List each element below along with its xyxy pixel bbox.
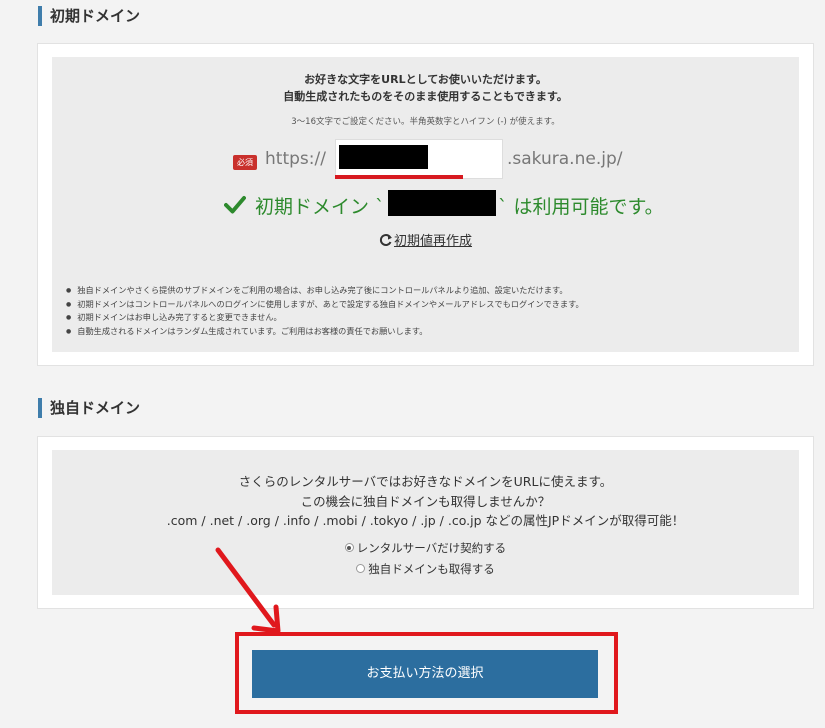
note-item: 自動生成されるドメインはランダム生成されています。ご利用はお客様の責任でお願いし… xyxy=(66,325,584,339)
intro-line-2: 自動生成されたものをそのまま使用することもできます。 xyxy=(283,90,568,103)
custom-domain-line-3: .com / .net / .org / .info / .mobi / .to… xyxy=(166,513,685,528)
note-item: 初期ドメインはコントロールパネルへのログインに使用しますが、あとで設定する独自ド… xyxy=(66,298,583,312)
subdomain-input[interactable] xyxy=(335,139,503,179)
url-suffix: .sakura.ne.jp/ xyxy=(507,149,623,169)
select-payment-method-button[interactable]: お支払い方法の選択 xyxy=(252,650,598,698)
redacted-value xyxy=(339,145,428,169)
required-badge: 必須 xyxy=(233,155,257,170)
availability-message: 初期ドメイン ` ` は利用可能です。 xyxy=(52,190,799,218)
custom-domain-heading: 独自ドメイン xyxy=(38,398,140,418)
custom-domain-panel: さくらのレンタルサーバではお好きなドメインをURLに使えます。 この機会に独自ド… xyxy=(52,450,799,595)
option-with-domain[interactable]: 独自ドメインも取得する xyxy=(52,561,799,577)
format-hint: 3〜16文字でご設定ください。半角英数字とハイフン (-) が使えます。 xyxy=(291,117,560,127)
availability-suffix: ` は利用可能です。 xyxy=(498,196,664,218)
radio-selected[interactable] xyxy=(344,543,354,552)
check-icon xyxy=(224,196,246,214)
option-label: レンタルサーバだけ契約する xyxy=(356,541,507,555)
custom-domain-card: さくらのレンタルサーバではお好きなドメインをURLに使えます。 この機会に独自ド… xyxy=(37,436,814,609)
refresh-icon xyxy=(380,234,392,246)
regenerate-link[interactable]: 初期値再作成 xyxy=(379,230,472,249)
notes-list: 独自ドメインやさくら提供のサブドメインをご利用の場合は、お申し込み完了後にコント… xyxy=(66,284,584,339)
redacted-domain xyxy=(388,190,496,216)
custom-domain-description: さくらのレンタルサーバではお好きなドメインをURLに使えます。 この機会に独自ド… xyxy=(52,472,799,531)
annotation-arrow xyxy=(215,547,281,634)
custom-domain-line-2: この機会に独自ドメインも取得しませんか？ xyxy=(300,493,551,509)
annotation-underline xyxy=(335,175,463,179)
url-row: 必須 https:// .sakura.ne.jp/ xyxy=(52,139,799,179)
option-label: 独自ドメインも取得する xyxy=(368,562,495,576)
url-prefix: https:// xyxy=(265,149,326,169)
intro-line-1: お好きな文字をURLとしてお使いいただけます。 xyxy=(304,73,547,86)
availability-prefix: 初期ドメイン ` xyxy=(255,196,385,218)
custom-domain-line-1: さくらのレンタルサーバではお好きなドメインをURLに使えます。 xyxy=(238,474,613,489)
radio-unselected[interactable] xyxy=(356,564,366,573)
initial-domain-heading: 初期ドメイン xyxy=(38,6,140,26)
initial-domain-card: お好きな文字をURLとしてお使いいただけます。 自動生成されたものをそのまま使用… xyxy=(37,43,814,366)
note-item: 独自ドメインやさくら提供のサブドメインをご利用の場合は、お申し込み完了後にコント… xyxy=(66,284,584,298)
option-server-only[interactable]: レンタルサーバだけ契約する xyxy=(52,540,799,556)
note-item: 初期ドメインはお申し込み完了すると変更できません。 xyxy=(66,311,584,325)
regenerate-label: 初期値再作成 xyxy=(394,234,473,249)
initial-domain-panel: お好きな文字をURLとしてお使いいただけます。 自動生成されたものをそのまま使用… xyxy=(52,57,799,352)
